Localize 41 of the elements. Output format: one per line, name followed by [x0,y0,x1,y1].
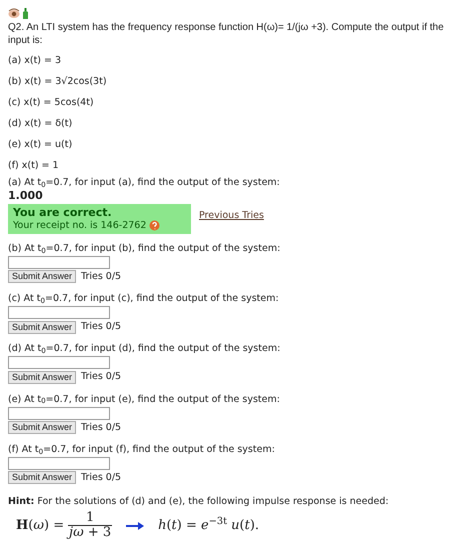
tries-count: Tries 0/5 [81,270,122,284]
submit-button[interactable]: Submit Answer [8,471,76,484]
answer-field[interactable] [8,306,110,319]
formula-numerator: 1 [86,511,94,525]
tries-count: Tries 0/5 [81,470,122,485]
submit-button[interactable]: Submit Answer [8,370,76,384]
receipt-text: Your receipt no. is 146-2762 [13,218,146,232]
input-item: (e) x(t) = u(t) [8,138,74,151]
question-prompt: (a) At t$_{0}$=0.7, for input (a), find the output of the system: [8,176,280,189]
formula-rhs: h(t) = e$^{−3t}$ u(t). [158,516,260,535]
formula-lhs: H(ω) = [16,516,64,535]
answer-field[interactable] [8,356,110,370]
input-item: (a) x(t) = 3 [8,54,62,67]
submit-button[interactable]: Submit Answer [8,270,76,284]
tries-count: Tries 0/5 [81,370,122,384]
question-prompt: (b) At t$_{0}$=0.7, for input (b), find the output of the system: [8,242,280,255]
eye-icon [8,8,20,19]
question-prompt: (c) At t$_{0}$=0.7, for input (c), find the output of the system: [8,292,279,305]
help-icon [149,220,160,231]
answer-field[interactable] [8,256,110,269]
input-item: (d) x(t) = δ(t) [8,116,74,130]
submit-button[interactable]: Submit Answer [8,320,76,334]
bottle-icon [22,8,29,19]
question-prompt: (f) At t$_{0}$=0.7, for input (f), find the output of the system: [8,442,275,456]
answer-value: 1.000 [8,188,43,202]
question-prompt: (d) At t$_{0}$=0.7, for input (d), find the output of the system: [8,342,280,356]
tries-count: Tries 0/5 [81,420,122,434]
input-item: (c) x(t) = 5cos(4t) [8,96,95,109]
answer-field[interactable] [8,406,110,420]
question-prompt: (e) At t$_{0}$=0.7, for input (e), find the output of the system: [8,392,280,406]
hint-text: Hint: For the solutions of (d) and (e), the following impulse response is needed: [8,495,390,508]
previous-tries-link[interactable]: Previous Tries [199,208,264,223]
answer-field[interactable] [8,456,110,470]
question-text: Q2. An LTI system has the frequency response function H(ω)= 1/(jω +3). Compute the output if the input is: [8,20,445,47]
tries-count: Tries 0/5 [81,320,122,334]
input-item: (b) x(t) = 3√2cos(3t) [8,74,108,88]
input-item: (f) x(t) = 1 [8,158,60,172]
arrow-icon [126,522,144,530]
feedback-title: You are correct. [13,206,113,219]
submit-button[interactable]: Submit Answer [8,421,76,434]
formula-denominator: jω + 3 [69,526,112,540]
